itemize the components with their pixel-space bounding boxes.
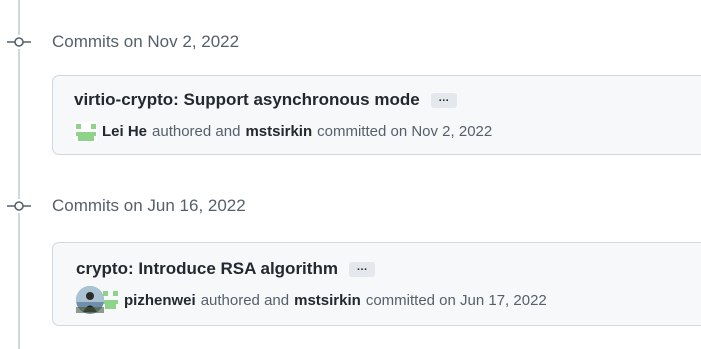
commit-timeline: Commits on Nov 2, 2022 virtio-crypto: Su… <box>0 0 701 349</box>
commit-list-item: crypto: Introduce RSA algorithm … pizhen… <box>52 242 701 326</box>
author-avatar[interactable] <box>75 120 97 142</box>
authored-text: authored and <box>200 291 290 309</box>
expand-message-button[interactable]: … <box>430 92 457 108</box>
identicon-icon <box>75 122 97 142</box>
commit-title-link[interactable]: crypto: Introduce RSA algorithm <box>76 259 338 279</box>
author-link[interactable]: pizhenwei <box>124 292 196 309</box>
commit-group-date: Commits on Jun 16, 2022 <box>52 196 246 215</box>
authored-text: authored and <box>152 122 241 140</box>
git-commit-icon <box>7 199 31 213</box>
author-avatar[interactable] <box>75 286 119 314</box>
git-commit-icon <box>7 35 31 49</box>
photo-avatar-icon <box>76 286 118 314</box>
committed-date[interactable]: committed on Jun 17, 2022 <box>366 292 547 309</box>
expand-message-button[interactable]: … <box>348 261 375 277</box>
commit-title-link[interactable]: virtio-crypto: Support asynchronous mode <box>74 90 420 110</box>
author-link[interactable]: Lei He <box>102 123 147 140</box>
timeline-line <box>18 0 20 349</box>
commit-list-item: virtio-crypto: Support asynchronous mode… <box>52 75 701 155</box>
committed-date[interactable]: committed on Nov 2, 2022 <box>317 123 492 140</box>
committer-link[interactable]: mstsirkin <box>245 123 312 140</box>
commit-group-date: Commits on Nov 2, 2022 <box>52 32 240 51</box>
committer-link[interactable]: mstsirkin <box>294 292 361 309</box>
